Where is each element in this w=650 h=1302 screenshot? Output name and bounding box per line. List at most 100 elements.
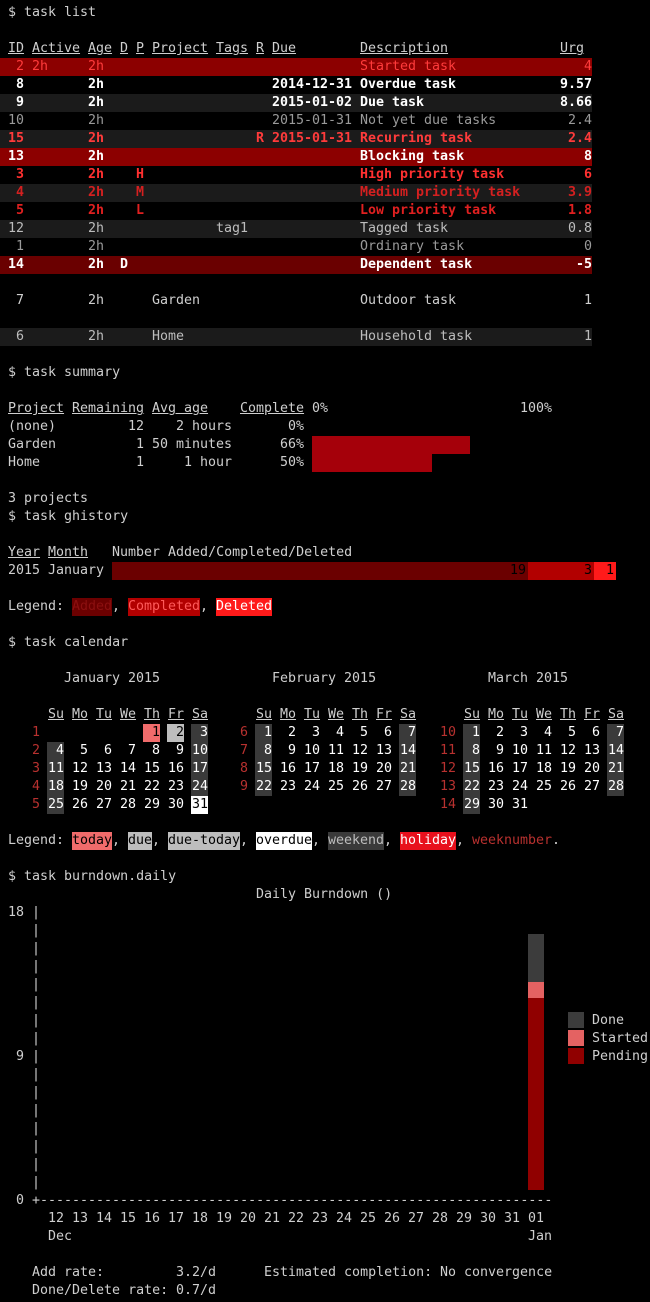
burndown-x-tick: 26	[384, 1211, 401, 1226]
summary-progress-bar	[312, 436, 470, 454]
calendar-day: 20	[95, 779, 112, 794]
ghistory-year: 2015	[8, 563, 41, 578]
task-urgency: 3.9	[567, 185, 592, 200]
col-header-d: D	[120, 41, 129, 56]
calendar-week-number: 2	[31, 743, 40, 758]
calendar-day: 30	[487, 797, 504, 812]
ghistory-header-month: Month	[48, 545, 89, 560]
task-age: 2h	[88, 59, 105, 74]
task-urgency: 8.66	[559, 95, 592, 110]
task-project: Garden	[152, 293, 201, 308]
burndown-y-axis: |	[32, 941, 41, 956]
burndown-y-axis: |	[32, 1031, 41, 1046]
summary-complete: 0%	[287, 419, 304, 434]
task-age: 2h	[88, 293, 105, 308]
calendar-legend-overdue: overdue	[256, 832, 313, 850]
task-description: Outdoor task	[360, 293, 457, 308]
burndown-y-axis: |	[32, 1067, 41, 1082]
ghistory-legend-deleted: Deleted	[216, 598, 273, 616]
burndown-x-tick: 30	[480, 1211, 497, 1226]
calendar-weekday: Tu	[304, 707, 321, 722]
task-id: 14	[7, 257, 24, 272]
calendar-weekday: Su	[48, 707, 65, 722]
task-project: Home	[152, 329, 185, 344]
calendar-weekday: Tu	[512, 707, 529, 722]
task-age: 2h	[88, 149, 105, 164]
task-age: 2h	[88, 131, 105, 146]
task-id: 4	[15, 185, 24, 200]
calendar-day: 12	[71, 761, 88, 776]
task-urgency: 1	[583, 293, 592, 308]
burndown-x-tick: 17	[168, 1211, 185, 1226]
task-id: 2	[15, 59, 24, 74]
calendar-legend-sep: ,	[152, 833, 161, 848]
task-urgency: 1	[583, 329, 592, 344]
task-id: 12	[7, 221, 24, 236]
burndown-x-tick: 23	[312, 1211, 329, 1226]
task-id: 13	[7, 149, 24, 164]
task-priority: H	[136, 167, 145, 182]
command-task-list: $ task list	[8, 5, 97, 20]
calendar-week-number: 14	[439, 797, 456, 812]
summary-header-complete: Complete	[240, 401, 305, 416]
calendar-day: 16	[487, 761, 504, 776]
burndown-y-axis: |	[32, 959, 41, 974]
calendar-day: 29	[463, 796, 480, 814]
task-priority: M	[136, 185, 145, 200]
col-header-description: Description	[360, 41, 449, 56]
ghistory-legend-sep: ,	[112, 599, 121, 614]
burndown-legend-swatch-started	[568, 1030, 584, 1046]
summary-header-avg-age: Avg age	[152, 401, 209, 416]
burndown-x-tick: 14	[96, 1211, 113, 1226]
burndown-y-axis: |	[32, 1049, 41, 1064]
task-age: 2h	[88, 77, 105, 92]
calendar-day: 27	[95, 797, 112, 812]
calendar-day: 11	[535, 743, 552, 758]
burndown-legend-done: Done	[592, 1013, 625, 1028]
calendar-day: 29	[143, 797, 160, 812]
col-header-r: R	[256, 41, 265, 56]
burndown-y-axis: |	[32, 1121, 41, 1136]
calendar-month-title: February 2015	[272, 671, 377, 686]
calendar-month-title: January 2015	[64, 671, 161, 686]
ghistory-deleted-count: 1	[605, 563, 614, 578]
task-urgency: 0	[583, 239, 592, 254]
burndown-add-rate-label: Add rate:	[32, 1265, 105, 1280]
task-urgency: 8	[583, 149, 592, 164]
task-id: 8	[15, 77, 24, 92]
calendar-week-number: 6	[239, 725, 248, 740]
calendar-month-title: March 2015	[488, 671, 569, 686]
burndown-axis-origin: +	[32, 1193, 41, 1208]
task-id: 10	[7, 113, 24, 128]
task-description: Overdue task	[360, 77, 457, 92]
calendar-day: 23	[279, 779, 296, 794]
calendar-day: 3	[519, 725, 528, 740]
calendar-day: 17	[303, 761, 320, 776]
burndown-x-month: Dec	[48, 1229, 73, 1244]
task-description: Dependent task	[360, 257, 473, 272]
task-due: 2015-01-31	[272, 131, 353, 146]
summary-header-project: Project	[8, 401, 65, 416]
task-age: 2h	[88, 329, 105, 344]
calendar-weekday: Fr	[584, 707, 601, 722]
calendar-day: 2	[495, 725, 504, 740]
burndown-x-tick: 24	[336, 1211, 353, 1226]
task-age: 2h	[88, 185, 105, 200]
col-header-active: Active	[32, 41, 81, 56]
calendar-legend-sep: ,	[456, 833, 465, 848]
task-description: Tagged task	[360, 221, 449, 236]
task-age: 2h	[88, 257, 105, 272]
task-due: 2015-01-31	[272, 113, 353, 128]
task-description: Recurring task	[360, 131, 473, 146]
calendar-legend-today: today	[72, 832, 113, 850]
calendar-weekday: Mo	[280, 707, 297, 722]
burndown-x-tick: 20	[240, 1211, 257, 1226]
ghistory-header-label: Number Added/Completed/Deleted	[112, 545, 353, 560]
calendar-day: 12	[559, 743, 576, 758]
calendar-day: 28	[607, 778, 624, 796]
calendar-day: 23	[487, 779, 504, 794]
calendar-weekday: Sa	[400, 707, 417, 722]
summary-header-remaining: Remaining	[72, 401, 145, 416]
task-age: 2h	[88, 113, 105, 128]
calendar-weekday: Mo	[488, 707, 505, 722]
